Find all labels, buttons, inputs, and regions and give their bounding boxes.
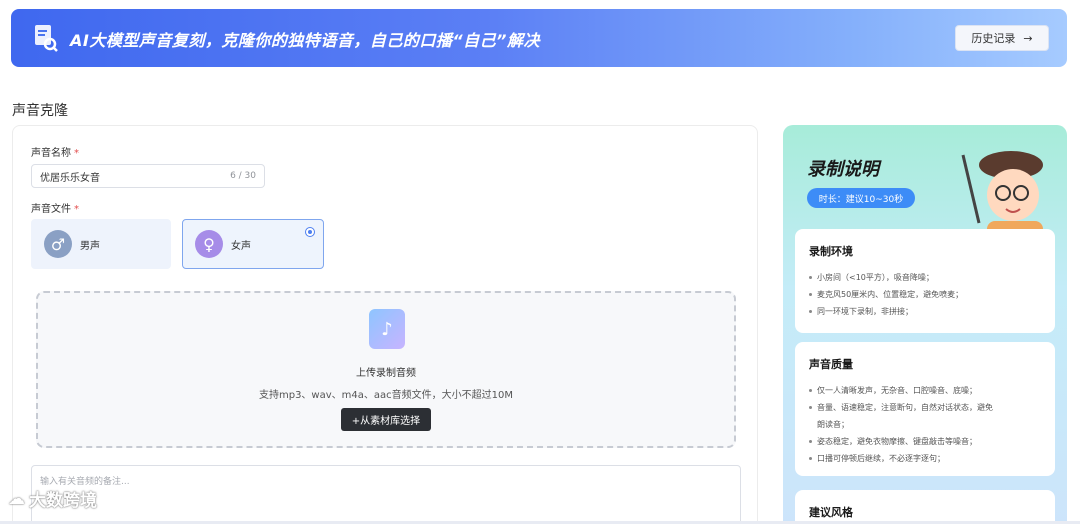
list-item: 麦克风50厘米内、位置稳定，避免喷麦； [809,286,1041,303]
list-item: 口播可停顿后继续，不必逐字逐句； [809,450,1041,467]
note-textarea[interactable]: 输入有关音频的备注... [31,465,741,524]
selected-radio[interactable] [305,227,315,237]
recording-guide-panel: 录制说明 时长：建议10~30秒 录制环境 小房间（<10平方），吸音降噪； 麦… [783,125,1067,524]
style-title: 建议风格 [809,506,853,519]
music-file-icon: ♪ [369,309,405,349]
male-voice-option[interactable]: ♂ 男声 [31,219,171,269]
female-icon: ♀ [195,230,223,258]
banner-title: AI大模型声音复刻，克隆你的独特语音，自己的口播“自己”解决 [70,31,540,50]
watermark-logo: ☁ 大数跨境 [8,486,97,512]
history-label: 历史记录 [971,32,1016,45]
environment-box: 录制环境 小房间（<10平方），吸音降噪； 麦克风50厘米内、位置稳定，避免喷麦… [795,229,1055,333]
upload-title: 上传录制音频 [356,368,416,379]
audio-upload-area[interactable]: ♪ 上传录制音频 支持mp3、wav、m4a、aac音频文件，大小不超过10M … [36,291,736,448]
list-item: 仅一人清晰发声，无杂音、口腔噪音、底噪； [809,382,1041,399]
quality-box: 声音质量 仅一人清晰发声，无杂音、口腔噪音、底噪； 音量、语速稳定，注意断句，自… [795,342,1055,476]
voice-name-value: 优居乐乐女音 [40,172,100,184]
name-label: 声音名称 * [31,148,79,159]
select-from-library-button[interactable]: +从素材库选择 [341,408,431,431]
duration-badge: 时长：建议10~30秒 [807,188,915,208]
environment-title: 录制环境 [809,245,853,258]
watermark-text: 大数跨境 [29,491,97,511]
style-box: 建议风格 [795,490,1055,524]
voice-name-input[interactable]: 优居乐乐女音 6 / 30 [31,164,265,188]
voice-form-card: 声音名称 * 优居乐乐女音 6 / 30 声音文件 * ♂ 男声 ♀ 女声 ♪ 上传… [12,125,758,524]
female-voice-label: 女声 [231,240,251,252]
arrow-right-icon: → [1023,31,1033,45]
top-banner: AI大模型声音复刻，克隆你的独特语音，自己的口播“自己”解决 历史记录 → [11,9,1067,67]
list-item: 姿态稳定，避免衣物摩擦、键盘敲击等噪音； [809,433,1041,450]
list-item: 音量、语速稳定，注意断句，自然对话状态，避免朗读音； [809,399,999,433]
quality-title: 声音质量 [809,358,853,371]
logo-icon: ☁ [8,488,25,509]
female-voice-option[interactable]: ♀ 女声 [182,219,324,269]
list-item: 同一环境下录制，非拼接； [809,303,1041,320]
male-icon: ♂ [44,230,72,258]
male-voice-label: 男声 [80,240,100,252]
char-count: 6 / 30 [230,171,256,181]
document-search-icon [35,25,58,52]
file-label: 声音文件 * [31,204,79,215]
upload-description: 支持mp3、wav、m4a、aac音频文件，大小不超过10M [258,390,513,401]
guide-title: 录制说明 [807,159,879,180]
page-title: 声音克隆 [12,103,68,119]
list-item: 小房间（<10平方），吸音降噪； [809,269,1041,286]
history-button[interactable]: 历史记录 → [955,25,1049,51]
